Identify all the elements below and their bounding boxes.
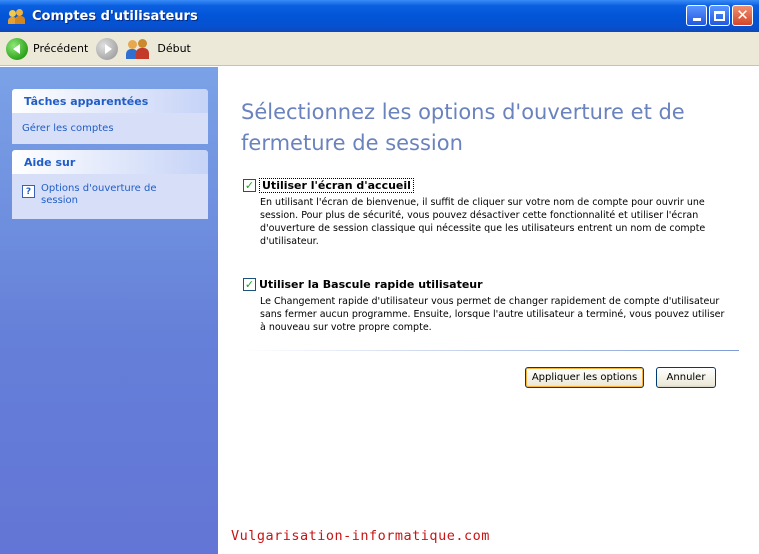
users-icon	[8, 7, 26, 25]
window-controls: ✕	[686, 5, 753, 26]
page-title: Sélectionnez les options d'ouverture et …	[241, 100, 685, 155]
close-button[interactable]: ✕	[732, 5, 753, 26]
watermark-text: Vulgarisation-informatique.com	[231, 528, 490, 544]
maximize-icon	[714, 10, 725, 21]
help-item[interactable]: ? Options d'ouverture de session	[22, 183, 198, 207]
divider	[243, 350, 739, 351]
checkmark-icon: ✓	[244, 178, 255, 192]
window-title: Comptes d'utilisateurs	[32, 8, 198, 24]
home-button[interactable]: Début	[124, 35, 197, 63]
toolbar: Précédent Début	[0, 32, 759, 66]
help-icon: ?	[22, 185, 35, 198]
checkmark-icon: ✓	[244, 277, 255, 291]
sidebar: Tâches apparentées Gérer les comptes Aid…	[0, 67, 218, 554]
back-button[interactable]: Précédent	[4, 35, 94, 63]
fast-switching-label[interactable]: Utiliser la Bascule rapide utilisateur	[259, 278, 483, 291]
main-content: Sélectionnez les options d'ouverture et …	[218, 67, 759, 554]
back-label: Précédent	[33, 42, 89, 55]
home-label: Début	[157, 42, 191, 55]
minimize-button[interactable]	[686, 5, 707, 26]
fast-switching-description: Le Changement rapide d'utilisateur vous …	[260, 296, 725, 333]
cancel-button[interactable]: Annuler	[656, 367, 716, 388]
related-tasks-body: Gérer les comptes	[12, 113, 208, 144]
apply-options-button[interactable]: Appliquer les options	[525, 367, 644, 388]
back-arrow-icon	[6, 37, 28, 60]
forward-button[interactable]	[94, 35, 124, 63]
welcome-screen-description: En utilisant l'écran de bienvenue, il su…	[260, 197, 706, 247]
home-users-icon	[126, 38, 152, 60]
help-header[interactable]: Aide sur	[12, 150, 208, 174]
option-welcome-screen: ✓ Utiliser l'écran d'accueil En utilisan…	[243, 177, 733, 248]
welcome-screen-label[interactable]: Utiliser l'écran d'accueil	[259, 177, 414, 193]
help-panel: Aide sur ? Options d'ouverture de sessio…	[12, 150, 208, 219]
forward-arrow-icon	[96, 37, 119, 60]
manage-accounts-link[interactable]: Gérer les comptes	[22, 123, 114, 134]
title-bar: Comptes d'utilisateurs ✕	[0, 0, 759, 32]
option-fast-switching: ✓ Utiliser la Bascule rapide utilisateur…	[243, 276, 733, 334]
logon-options-link[interactable]: Options d'ouverture de session	[41, 183, 161, 207]
welcome-screen-checkbox[interactable]: ✓	[243, 178, 256, 192]
related-tasks-panel: Tâches apparentées Gérer les comptes	[12, 89, 208, 144]
minimize-icon	[692, 18, 701, 21]
close-icon: ✕	[736, 6, 749, 24]
related-tasks-header[interactable]: Tâches apparentées	[12, 89, 208, 113]
fast-switching-checkbox[interactable]: ✓	[243, 277, 256, 291]
maximize-button[interactable]	[709, 5, 730, 26]
help-body: ? Options d'ouverture de session	[12, 174, 208, 219]
